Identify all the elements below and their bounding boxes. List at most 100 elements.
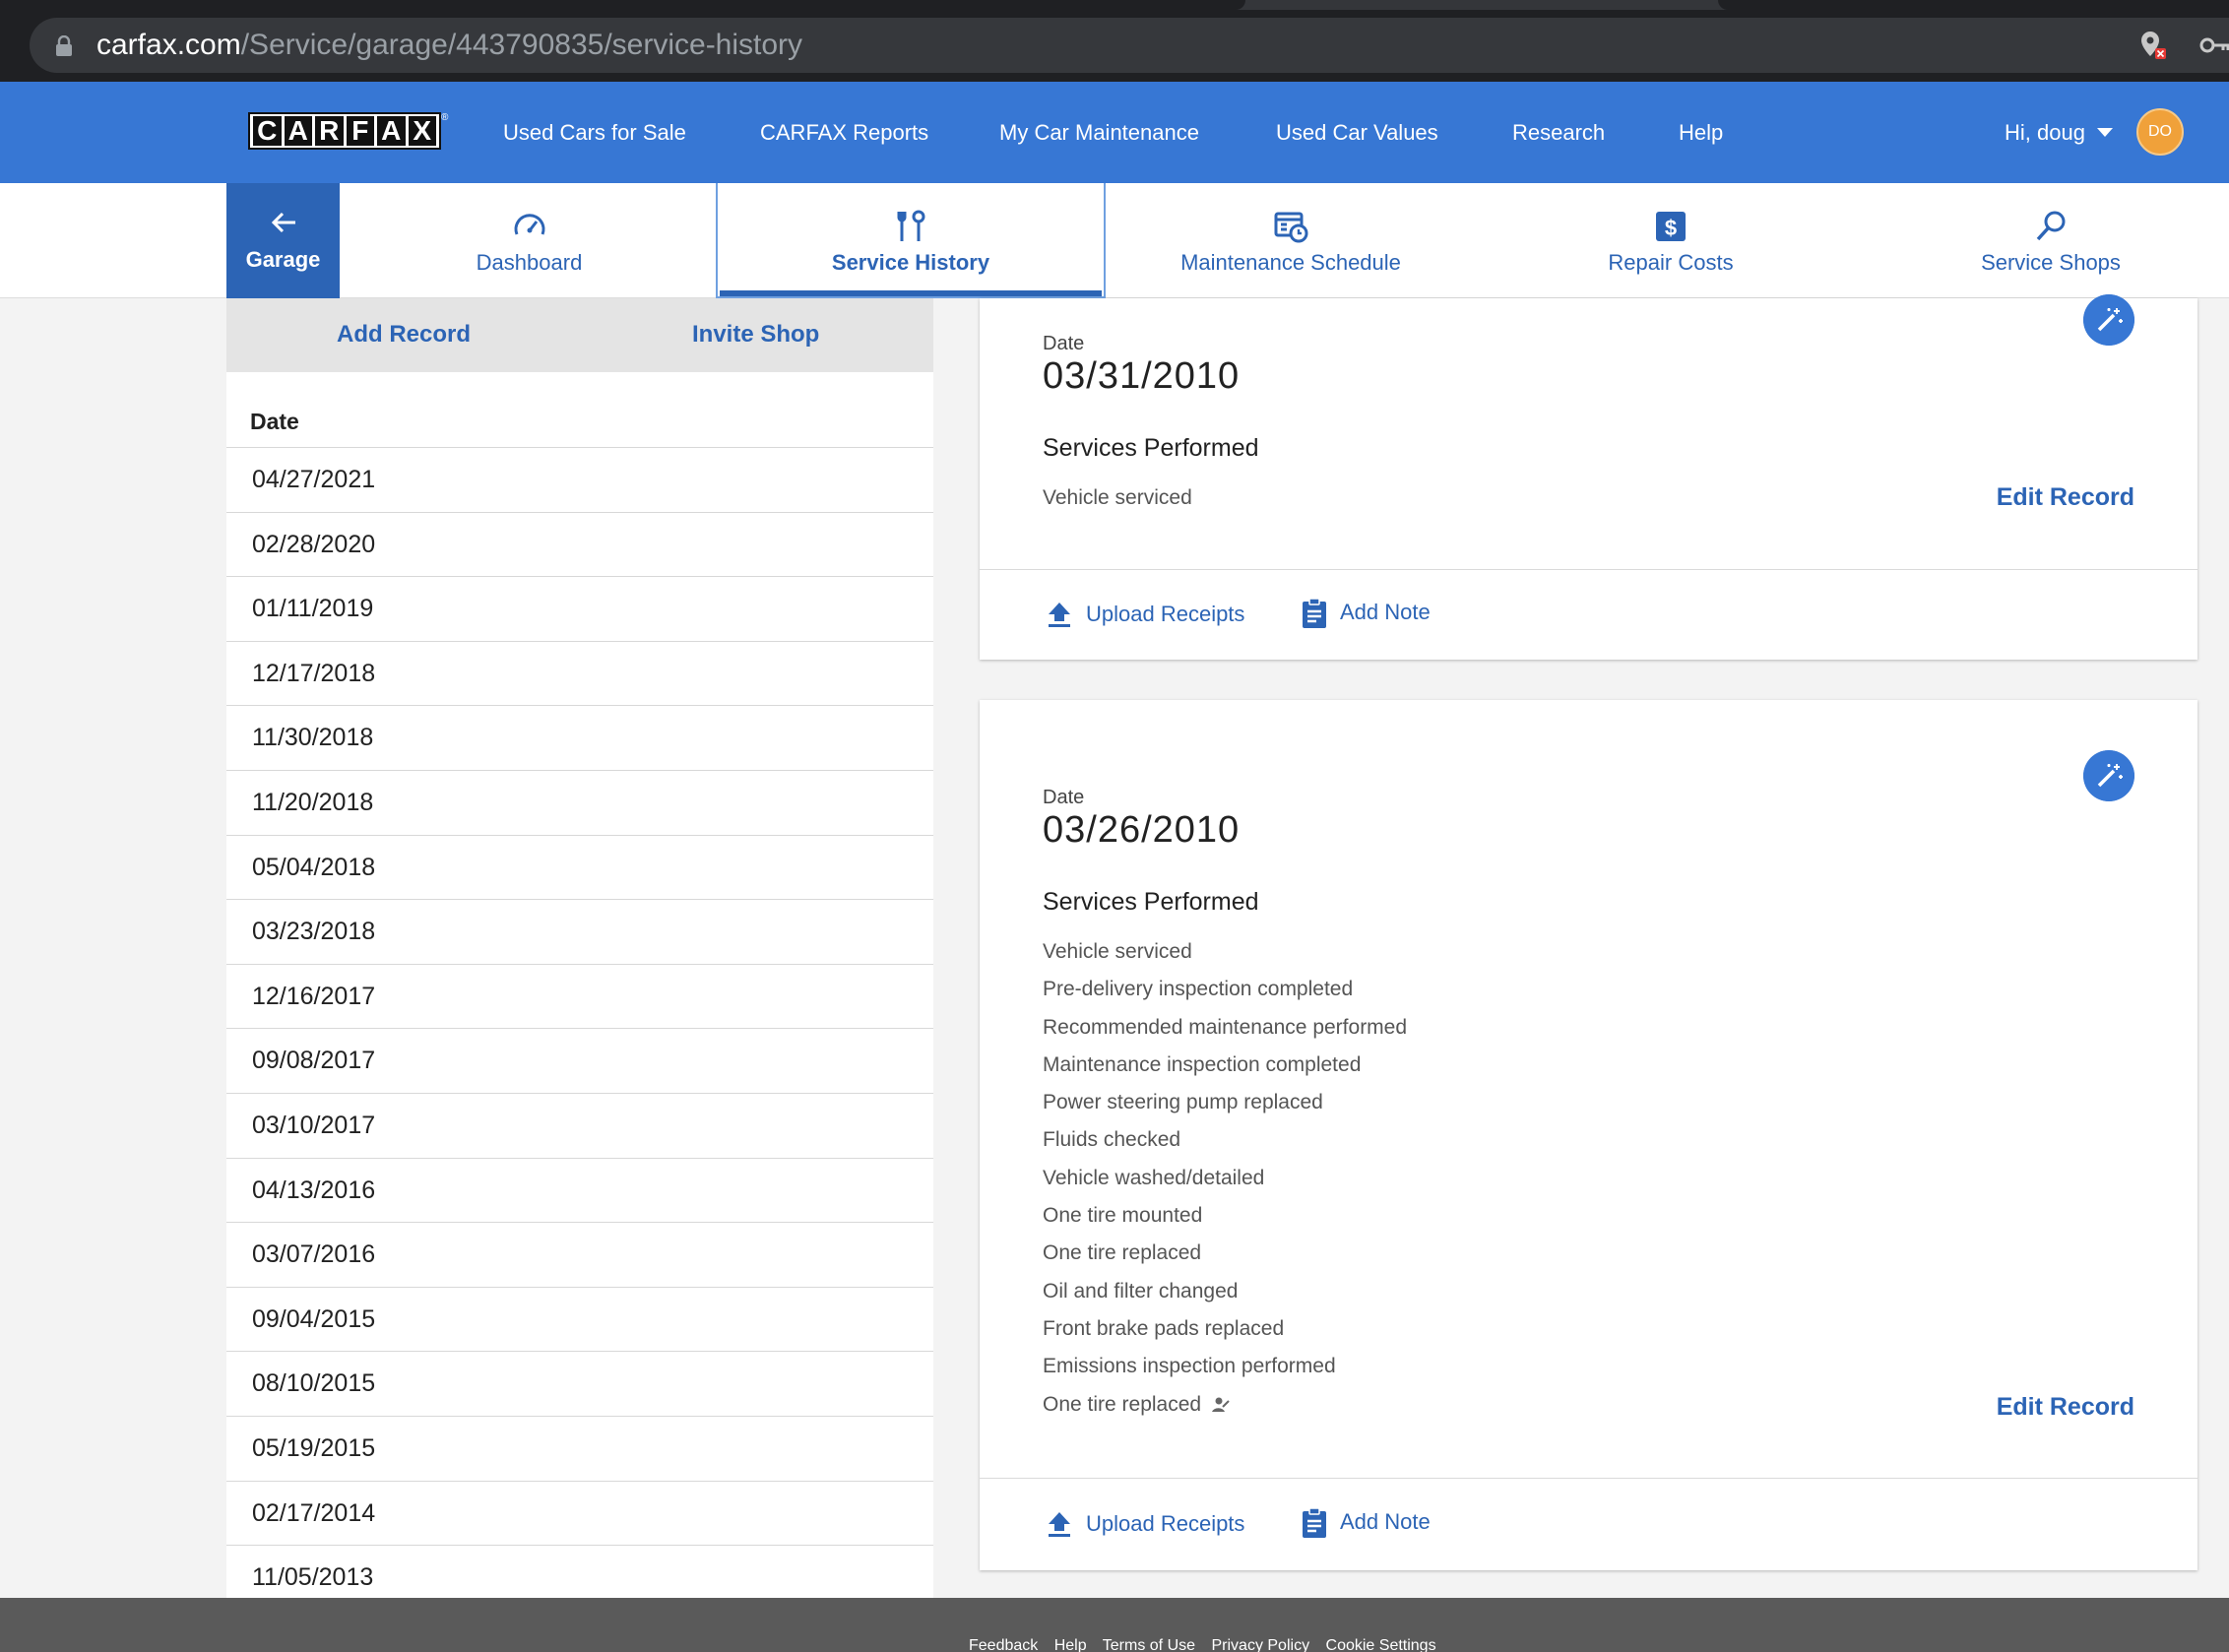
footer-link-feedback[interactable]: Feedback [969, 1637, 1038, 1652]
url-path: /Service/garage/443790835/service-histor… [240, 29, 803, 61]
service-item: Vehicle serviced [1043, 486, 1192, 509]
date-column-header: Date [250, 409, 299, 434]
browser-tabstrip [0, 0, 2229, 10]
date-list-item[interactable]: 05/04/2018 [226, 834, 933, 900]
date-list-item[interactable]: 04/13/2016 [226, 1157, 933, 1223]
user-menu-greeting[interactable]: Hi, doug [2005, 118, 2085, 148]
tab-label: Service Shops [1981, 250, 2121, 275]
tab-maintenance-schedule[interactable]: Maintenance Schedule [1106, 183, 1476, 298]
avatar[interactable]: DO [2136, 108, 2184, 156]
date-list-item[interactable]: 12/17/2018 [226, 640, 933, 706]
back-to-garage-button[interactable]: Garage [226, 183, 340, 298]
date-list: 04/27/2021 02/28/2020 01/11/2019 12/17/2… [226, 447, 933, 1598]
clipboard-icon[interactable] [1301, 598, 1328, 629]
date-list-item[interactable]: 11/30/2018 [226, 705, 933, 770]
upload-icon[interactable] [1047, 1510, 1072, 1538]
date-list-item[interactable]: 09/04/2015 [226, 1286, 933, 1352]
upload-icon[interactable] [1047, 601, 1072, 628]
nav-my-car-maintenance[interactable]: My Car Maintenance [999, 118, 1199, 148]
tab-service-history[interactable]: Service History [716, 183, 1106, 298]
clipboard-icon[interactable] [1301, 1507, 1328, 1539]
upload-receipts-button[interactable]: Upload Receipts [1086, 1511, 1244, 1537]
date-list-item[interactable]: 12/16/2017 [226, 963, 933, 1029]
footer-link-help[interactable]: Help [1054, 1637, 1087, 1652]
browser-tab[interactable] [1718, 0, 2229, 10]
tab-service-shops[interactable]: Service Shops [1866, 183, 2229, 298]
svg-text:$: $ [1665, 216, 1677, 240]
date-list-item[interactable]: 11/05/2013 [226, 1545, 933, 1598]
invite-shop-button[interactable]: Invite Shop [692, 318, 819, 351]
service-item: Oil and filter changed [1043, 1279, 1239, 1303]
add-note-button[interactable]: Add Note [1340, 1509, 1431, 1535]
magic-wand-icon[interactable] [2083, 750, 2134, 801]
url-domain: carfax.com [96, 29, 241, 61]
tab-repair-costs[interactable]: $ Repair Costs [1476, 183, 1866, 298]
tab-label: Maintenance Schedule [1180, 250, 1401, 275]
date-list-item[interactable]: 09/08/2017 [226, 1028, 933, 1093]
nav-help[interactable]: Help [1679, 118, 1723, 148]
date-list-item[interactable]: 03/23/2018 [226, 899, 933, 964]
edit-record-button[interactable]: Edit Record [1997, 483, 2134, 512]
footer: Feedback Help Terms of Use Privacy Polic… [0, 1598, 2229, 1652]
footer-link-cookies[interactable]: Cookie Settings [1326, 1637, 1436, 1652]
tab-label: Service History [831, 250, 990, 275]
service-record-card: Date 03/31/2010 Services Performed Vehic… [980, 294, 2197, 660]
service-item: Recommended maintenance performed [1043, 1015, 1408, 1039]
logo-letter: X [408, 116, 436, 146]
key-icon[interactable] [2199, 35, 2229, 55]
date-list-item[interactable]: 08/10/2015 [226, 1351, 933, 1416]
logo-letter: F [346, 116, 374, 146]
card-divider [980, 1478, 2197, 1479]
record-date-label: Date [1043, 333, 1085, 354]
nav-used-cars-for-sale[interactable]: Used Cars for Sale [503, 118, 686, 148]
date-list-item[interactable]: 02/17/2014 [226, 1480, 933, 1546]
tab-dashboard[interactable]: Dashboard [340, 183, 719, 298]
registered-mark: ® [441, 112, 449, 123]
service-record-card: Date 03/26/2010 Services Performed Vehic… [980, 700, 2197, 1570]
nav-used-car-values[interactable]: Used Car Values [1276, 118, 1438, 148]
date-list-item[interactable]: 04/27/2021 [226, 447, 933, 512]
arrow-left-icon [271, 212, 295, 233]
browser-tab[interactable] [0, 0, 1245, 10]
record-date: 03/26/2010 [1043, 809, 1241, 851]
nav-carfax-reports[interactable]: CARFAX Reports [760, 118, 928, 148]
date-list-item[interactable]: 02/28/2020 [226, 511, 933, 577]
logo-letter: C [253, 116, 282, 146]
tab-label: Dashboard [476, 250, 583, 275]
service-item: Vehicle washed/detailed [1043, 1166, 1265, 1189]
add-note-button[interactable]: Add Note [1340, 600, 1431, 625]
footer-link-privacy[interactable]: Privacy Policy [1211, 1637, 1309, 1652]
services-performed-title: Services Performed [1043, 434, 1259, 462]
service-item: Pre-delivery inspection completed [1043, 978, 1354, 1001]
service-item: Maintenance inspection completed [1043, 1052, 1362, 1076]
tools-icon [897, 210, 925, 241]
active-tab-indicator [720, 290, 1102, 296]
nav-research[interactable]: Research [1512, 118, 1605, 148]
panel-actions: Add Record Invite Shop [226, 298, 933, 372]
service-item: Fluids checked [1043, 1128, 1181, 1152]
carfax-logo[interactable]: C A R F A X [248, 112, 441, 150]
record-date-label: Date [1043, 787, 1085, 808]
add-record-button[interactable]: Add Record [337, 318, 471, 351]
service-item-row: One tire replaced [1043, 1386, 1407, 1424]
magic-wand-icon[interactable] [2083, 294, 2134, 346]
date-list-item[interactable]: 05/19/2015 [226, 1415, 933, 1481]
services-list: Vehicle serviced Pre-delivery inspection… [1043, 933, 1407, 1424]
logo-letter: A [377, 116, 406, 146]
calendar-clock-icon [1274, 212, 1308, 243]
url-text[interactable]: carfax.com/Service/garage/443790835/serv… [96, 28, 802, 63]
location-blocked-icon[interactable] [2138, 30, 2168, 61]
upload-receipts-button[interactable]: Upload Receipts [1086, 602, 1244, 627]
date-list-item[interactable]: 01/11/2019 [226, 576, 933, 641]
chevron-down-icon[interactable] [2097, 128, 2113, 137]
date-list-item[interactable]: 03/07/2016 [226, 1222, 933, 1287]
service-date-panel: Add Record Invite Shop Date 04/27/2021 0… [226, 298, 933, 1598]
date-list-item[interactable]: 11/20/2018 [226, 769, 933, 835]
services-performed-title: Services Performed [1043, 888, 1259, 916]
service-item: Vehicle serviced [1043, 940, 1192, 963]
footer-link-terms[interactable]: Terms of Use [1103, 1637, 1195, 1652]
date-list-item[interactable]: 03/10/2017 [226, 1092, 933, 1158]
edit-record-button[interactable]: Edit Record [1997, 1393, 2134, 1422]
user-added-icon [1212, 1397, 1230, 1412]
service-item: One tire mounted [1043, 1204, 1203, 1228]
